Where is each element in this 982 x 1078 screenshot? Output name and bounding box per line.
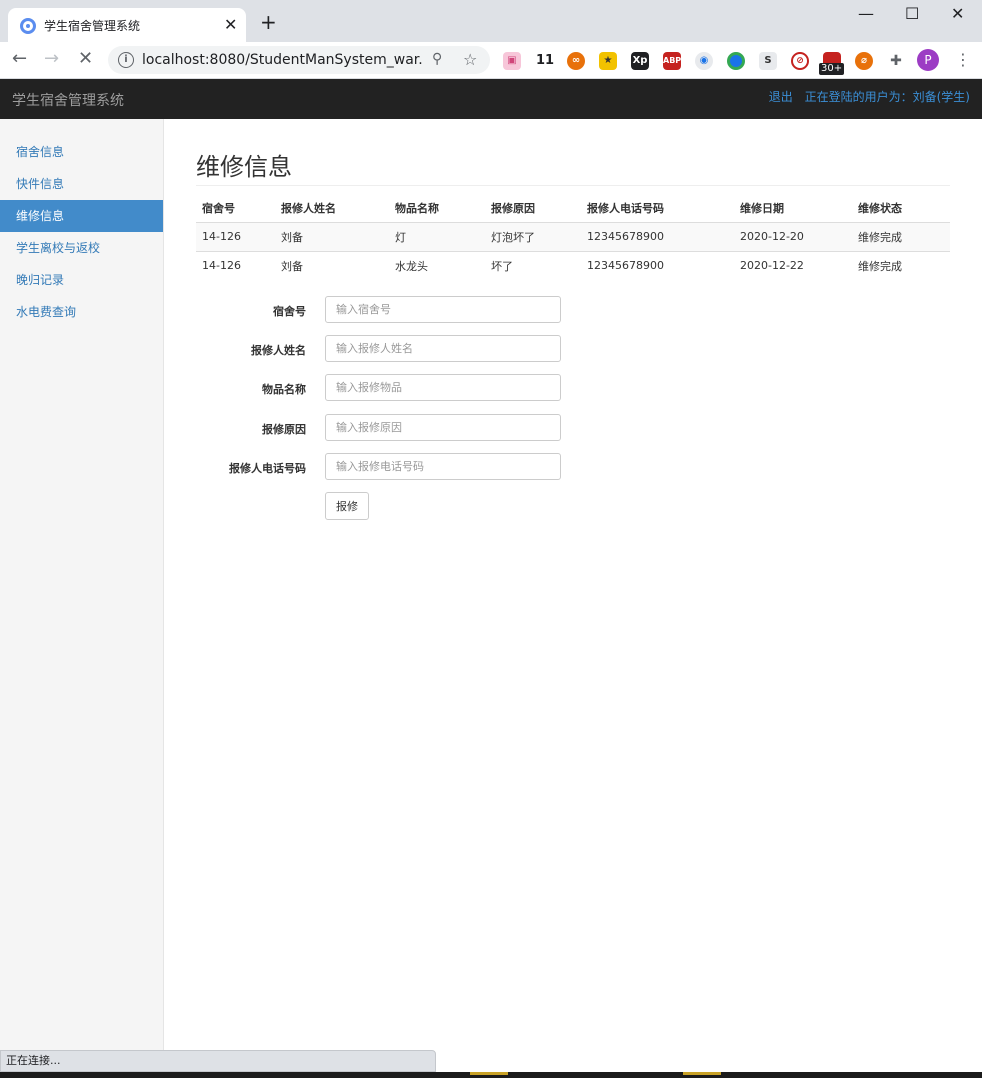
site-info-icon[interactable]: i: [118, 52, 134, 68]
sidebar-item-leave-return[interactable]: 学生离校与返校: [0, 232, 163, 264]
column-header: 报修原因: [485, 195, 581, 223]
reason-label: 报修原因: [262, 423, 306, 436]
phone-label: 报修人电话号码: [229, 462, 306, 475]
sidebar-item-dorm-info[interactable]: 宿舍信息: [0, 136, 163, 168]
extension-color-icon[interactable]: [727, 52, 745, 70]
cell-status: 维修完成: [852, 222, 950, 252]
cell-item: 水龙头: [395, 259, 428, 273]
extension-counter-icon[interactable]: 11: [535, 52, 555, 70]
window-close-button[interactable]: ✕: [951, 4, 964, 23]
table-row: 14-126 刘备 灯 灯泡坏了 12345678900 2020-12-20 …: [196, 222, 950, 252]
reason-input[interactable]: [325, 414, 561, 441]
extension-adblock-icon[interactable]: ABP: [663, 52, 681, 70]
dorm-input[interactable]: [325, 296, 561, 323]
taskbar-strip: [0, 1072, 982, 1078]
extension-infinity-icon[interactable]: ∞: [567, 52, 585, 70]
browser-menu-icon[interactable]: ⋮: [955, 50, 971, 69]
column-header: 物品名称: [389, 195, 485, 223]
sidebar-item-utility-bill[interactable]: 水电费查询: [0, 296, 163, 328]
cell-date: 2020-12-20: [734, 222, 852, 252]
extensions-puzzle-icon[interactable]: ✚: [887, 52, 905, 70]
column-header: 报修人姓名: [275, 195, 389, 223]
sidebar: 宿舍信息 快件信息 维修信息 学生离校与返校 晚归记录 水电费查询: [0, 119, 164, 1050]
zoom-icon[interactable]: ⚲: [432, 51, 442, 67]
extension-xp-icon[interactable]: Xp: [631, 52, 649, 70]
browser-status-bar: 正在连接...: [0, 1050, 436, 1072]
extension-badge: 30+: [819, 63, 845, 75]
sidebar-item-parcel-info[interactable]: 快件信息: [0, 168, 163, 200]
current-user-label[interactable]: 正在登陆的用户为：刘备(学生): [805, 90, 970, 104]
maximize-button[interactable]: ☐: [905, 4, 919, 23]
app-brand[interactable]: 学生宿舍管理系统: [12, 90, 124, 110]
column-header: 宿舍号: [196, 195, 275, 223]
extension-s-icon[interactable]: S: [759, 52, 777, 70]
site-favicon-icon: [20, 18, 36, 34]
title-divider: [196, 185, 950, 186]
form-row-dorm: 宿舍号: [196, 296, 596, 324]
browser-toolbar: ← → ✕ i localhost:8080/StudentManSystem_…: [0, 42, 982, 79]
form-row-phone: 报修人电话号码: [196, 453, 596, 481]
repair-table: 宿舍号 报修人姓名 物品名称 报修原因 报修人电话号码 维修日期 维修状态 14…: [196, 195, 950, 280]
back-button[interactable]: ←: [12, 49, 27, 69]
reporter-name-input[interactable]: [325, 335, 561, 362]
cell-reason: 灯泡坏了: [485, 222, 581, 252]
item-name-label: 物品名称: [262, 383, 306, 396]
browser-tabstrip: 学生宿舍管理系统 ✕ + — ☐ ✕: [0, 0, 982, 42]
cell-item: 灯: [389, 222, 485, 252]
dorm-label: 宿舍号: [273, 305, 306, 318]
column-header: 维修日期: [734, 195, 852, 223]
tab-title: 学生宿舍管理系统: [44, 19, 141, 33]
cell-dorm: 14-126: [202, 259, 241, 273]
cell-phone: 12345678900: [587, 259, 664, 273]
form-row-item: 物品名称: [196, 374, 596, 402]
taskbar-indicator: [683, 1072, 721, 1075]
logout-link[interactable]: 退出: [769, 90, 793, 104]
sidebar-item-late-return[interactable]: 晚归记录: [0, 264, 163, 296]
profile-avatar[interactable]: P: [917, 49, 939, 71]
address-bar[interactable]: i localhost:8080/StudentManSystem_war...…: [108, 46, 490, 74]
cell-phone: 12345678900: [581, 222, 734, 252]
cell-name: 刘备: [275, 222, 389, 252]
extension-block-icon[interactable]: ⊘: [791, 52, 809, 70]
item-name-input[interactable]: [325, 374, 561, 401]
page-title: 维修信息: [196, 153, 292, 181]
extension-yellow-icon[interactable]: ★: [599, 52, 617, 70]
url-text[interactable]: localhost:8080/StudentManSystem_war...: [142, 52, 422, 68]
cell-name: 刘备: [281, 259, 303, 273]
column-header: 报修人电话号码: [581, 195, 734, 223]
sidebar-item-repair-info[interactable]: 维修信息: [0, 200, 163, 232]
form-row-name: 报修人姓名: [196, 335, 596, 363]
form-row-reason: 报修原因: [196, 414, 596, 442]
bookmark-star-icon[interactable]: ☆: [463, 50, 477, 69]
browser-tab[interactable]: 学生宿舍管理系统 ✕: [8, 8, 246, 42]
table-header-row: 宿舍号 报修人姓名 物品名称 报修原因 报修人电话号码 维修日期 维修状态: [196, 195, 950, 223]
submit-repair-button[interactable]: 报修: [325, 492, 369, 520]
cell-dorm: 14-126: [196, 222, 275, 252]
extension-orange-icon[interactable]: ⌀: [855, 52, 873, 70]
navbar-right: 退出 正在登陆的用户为：刘备(学生): [761, 88, 970, 105]
table-row: 14-126 刘备 水龙头 坏了 12345678900 2020-12-22 …: [196, 251, 950, 280]
stop-loading-button[interactable]: ✕: [78, 49, 93, 69]
column-header: 维修状态: [852, 195, 950, 223]
new-tab-button[interactable]: +: [260, 12, 277, 32]
forward-button[interactable]: →: [44, 49, 59, 69]
extension-bilibili-icon[interactable]: ▣: [503, 52, 521, 70]
app-navbar: 学生宿舍管理系统 退出 正在登陆的用户为：刘备(学生): [0, 79, 982, 119]
reporter-name-label: 报修人姓名: [251, 344, 306, 357]
tab-close-icon[interactable]: ✕: [224, 15, 237, 34]
cell-status: 维修完成: [858, 259, 902, 273]
cell-date: 2020-12-22: [740, 259, 804, 273]
extension-owl-icon[interactable]: ◉: [695, 52, 713, 70]
minimize-button[interactable]: —: [858, 4, 874, 23]
taskbar-indicator: [470, 1072, 508, 1075]
phone-input[interactable]: [325, 453, 561, 480]
cell-reason: 坏了: [491, 259, 513, 273]
